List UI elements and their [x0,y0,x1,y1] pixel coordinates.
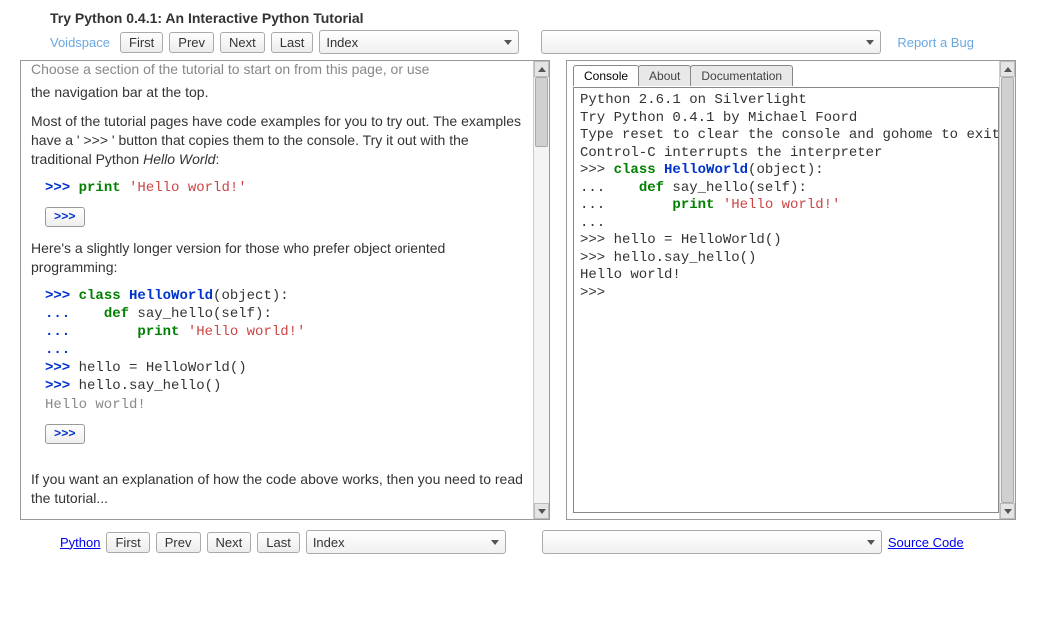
tutorial-scrollbar[interactable] [533,61,549,519]
bottom-toolbar: Python First Prev Next Last Index Source… [20,530,1020,554]
run-example1-button[interactable]: >>> [45,207,85,227]
console-banner-1: Python 2.6.1 on Silverlight [580,92,992,110]
next-button-bottom[interactable]: Next [207,532,252,553]
next-button-top[interactable]: Next [220,32,265,53]
python-link[interactable]: Python [60,535,100,550]
search-select-bottom[interactable] [542,530,882,554]
tutorial-content: Choose a section of the tutorial to star… [21,61,533,519]
index-select-label: Index [313,535,345,550]
example1-block: >>> print 'Hello world!' [45,179,523,197]
tabbar: Console About Documentation [573,65,792,86]
index-select-bottom[interactable]: Index [306,530,506,554]
arrow-down-icon [538,509,546,514]
console-area[interactable]: Python 2.6.1 on Silverlight Try Python 0… [573,87,999,513]
scroll-track[interactable] [1000,77,1015,503]
arrow-up-icon [538,67,546,72]
console-input-3: ... print 'Hello world!' [580,197,992,215]
chevron-down-icon [866,40,874,45]
report-bug-link[interactable]: Report a Bug [897,35,974,50]
console-scrollbar[interactable] [999,61,1015,519]
console-input-5: >>> hello = HelloWorld() [580,232,992,250]
console-input-1: >>> class HelloWorld(object): [580,162,992,180]
console-banner-4: Control-C interrupts the interpreter [580,145,992,163]
first-button-bottom[interactable]: First [106,532,149,553]
index-select-top[interactable]: Index [319,30,519,54]
tutorial-para2: Most of the tutorial pages have code exa… [31,112,523,169]
tab-console[interactable]: Console [573,65,639,86]
tutorial-cutoff-top: Choose a section of the tutorial to star… [31,61,523,77]
console-input-2: ... def say_hello(self): [580,180,992,198]
chevron-down-icon [867,540,875,545]
main-panels: Choose a section of the tutorial to star… [20,60,1020,520]
scroll-up-button[interactable] [1000,61,1015,77]
prev-button-bottom[interactable]: Prev [156,532,201,553]
chevron-down-icon [491,540,499,545]
tutorial-para1: the navigation bar at the top. [31,83,523,102]
run-example2-button[interactable]: >>> [45,424,85,444]
tutorial-para4: If you want an explanation of how the co… [31,470,523,508]
console-input-4: ... [580,215,992,233]
arrow-up-icon [1004,67,1012,72]
last-button-bottom[interactable]: Last [257,532,300,553]
scroll-down-button[interactable] [1000,503,1015,519]
toc-link-1[interactable]: •1. Python Tutorial Part 1 [59,518,523,519]
first-button-top[interactable]: First [120,32,163,53]
console-banner-3: Type reset to clear the console and goho… [580,127,992,145]
console-prompt-current[interactable]: >>> [580,285,992,303]
voidspace-link[interactable]: Voidspace [50,35,110,50]
last-button-top[interactable]: Last [271,32,314,53]
scroll-down-button[interactable] [534,503,549,519]
tutorial-panel: Choose a section of the tutorial to star… [20,60,550,520]
source-code-link[interactable]: Source Code [888,535,964,550]
console-panel: Console About Documentation Python 2.6.1… [566,60,1016,520]
top-toolbar: Voidspace First Prev Next Last Index Rep… [20,30,1020,54]
search-select-top[interactable] [541,30,881,54]
scroll-track[interactable] [534,77,549,503]
chevron-down-icon [504,40,512,45]
tab-about[interactable]: About [638,65,691,86]
scroll-thumb[interactable] [1001,77,1014,503]
console-banner-2: Try Python 0.4.1 by Michael Foord [580,110,992,128]
scroll-thumb[interactable] [535,77,548,147]
arrow-down-icon [1004,509,1012,514]
example2-block: >>> class HelloWorld(object): ... def sa… [45,287,523,414]
prev-button-top[interactable]: Prev [169,32,214,53]
console-output: Hello world! [580,267,992,285]
tab-documentation[interactable]: Documentation [690,65,793,86]
page-title: Try Python 0.4.1: An Interactive Python … [50,10,1020,26]
tutorial-para3: Here's a slightly longer version for tho… [31,239,523,277]
index-select-label: Index [326,35,358,50]
scroll-up-button[interactable] [534,61,549,77]
console-input-6: >>> hello.say_hello() [580,250,992,268]
